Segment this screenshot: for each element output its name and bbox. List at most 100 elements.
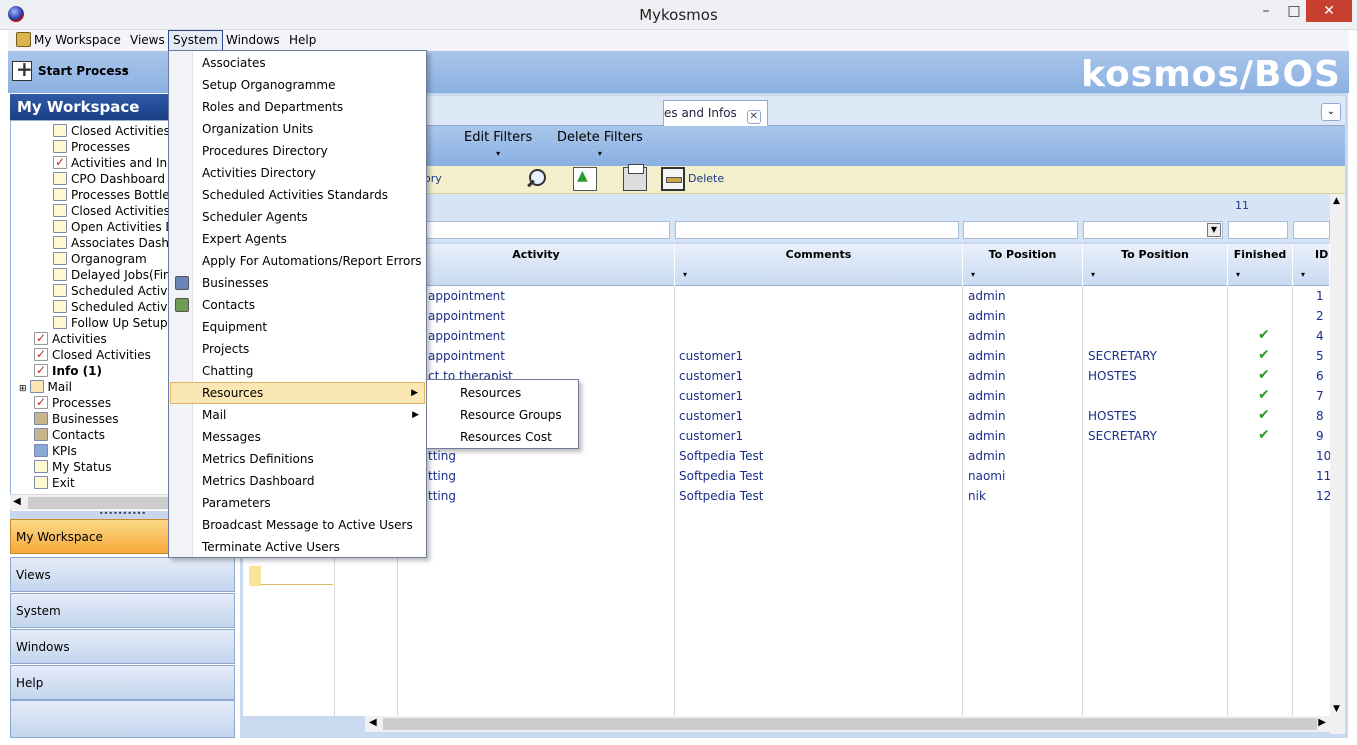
tree-item[interactable]: Follow Up Setup	[53, 315, 168, 331]
tree-item[interactable]: Closed Activities	[53, 123, 170, 139]
tree-item[interactable]: Open Activities D	[53, 219, 175, 235]
tree-item[interactable]: Closed Activities	[34, 346, 151, 363]
tree-item[interactable]: Scheduled Activi	[53, 299, 171, 315]
menu-item-equipment[interactable]: Equipment	[170, 316, 425, 338]
menu-item-activities-directory[interactable]: Activities Directory	[170, 162, 425, 184]
menu-item-organization-units[interactable]: Organization Units	[170, 118, 425, 140]
comments-filter-input[interactable]	[675, 221, 959, 239]
menu-item-roles-and-departments[interactable]: Roles and Departments	[170, 96, 425, 118]
menu-system[interactable]: System	[168, 30, 223, 51]
tree-item[interactable]: Delayed Jobs(Fir	[53, 267, 168, 283]
nav-system[interactable]: System	[10, 593, 235, 628]
menu-item-procedures-directory[interactable]: Procedures Directory	[170, 140, 425, 162]
finished-filter-input[interactable]	[1228, 221, 1288, 239]
menu-views[interactable]: Views	[126, 30, 169, 51]
menu-item-projects[interactable]: Projects	[170, 338, 425, 360]
sort-icon[interactable]: ▾	[683, 270, 687, 279]
column-header-finished[interactable]: Finished ▾	[1228, 244, 1293, 286]
delete-button[interactable]: Delete	[688, 172, 724, 185]
menu-item-broadcast-message-to-active-users[interactable]: Broadcast Message to Active Users	[170, 514, 425, 536]
tree-item[interactable]: Activities and In	[53, 154, 167, 171]
nav-help[interactable]: Help	[10, 665, 235, 700]
tree-item[interactable]: Processes	[53, 139, 130, 155]
tree-item[interactable]: KPIs	[34, 443, 77, 459]
submenu-resource-groups[interactable]: Resource Groups	[427, 404, 578, 426]
menu-item-businesses[interactable]: Businesses	[170, 272, 425, 294]
sort-icon[interactable]: ▾	[1301, 270, 1305, 279]
menu-item-mail[interactable]: Mail ▶	[170, 404, 425, 426]
search-icon[interactable]	[525, 167, 549, 191]
menu-item-parameters[interactable]: Parameters	[170, 492, 425, 514]
tree-item[interactable]: Info (1)	[34, 362, 102, 379]
tree-item[interactable]: Organogram	[53, 251, 147, 267]
sort-icon[interactable]: ▾	[1091, 270, 1095, 279]
tree-item[interactable]: CPO Dashboard	[53, 171, 165, 187]
submenu-resources[interactable]: Resources	[427, 382, 578, 404]
submenu-resources-cost[interactable]: Resources Cost	[427, 426, 578, 448]
tree-item[interactable]: Contacts	[34, 427, 105, 443]
column-header-activity[interactable]: Activity▾	[398, 244, 675, 286]
menu-my-workspace[interactable]: My Workspace	[12, 30, 125, 51]
activity-filter-input[interactable]	[398, 221, 670, 239]
to-position-filter-dropdown[interactable]: ▼	[1083, 221, 1223, 239]
menu-item-metrics-dashboard[interactable]: Metrics Dashboard	[170, 470, 425, 492]
export-icon[interactable]	[573, 167, 597, 191]
menu-item-apply-for-automations-report-errors[interactable]: Apply For Automations/Report Errors	[170, 250, 425, 272]
chevron-down-icon[interactable]: ⌄	[1321, 103, 1341, 121]
tree-item[interactable]: ⊞ Mail	[19, 379, 72, 395]
scroll-thumb[interactable]	[383, 718, 1317, 730]
menu-help[interactable]: Help	[285, 30, 320, 51]
chevron-down-icon[interactable]: ▼	[1207, 223, 1221, 237]
grid-vertical-scrollbar[interactable]: ▲ ▼	[1330, 194, 1345, 734]
start-process-button[interactable]: Start Process	[12, 57, 129, 85]
menu-item-contacts[interactable]: Contacts	[170, 294, 425, 316]
maximize-button[interactable]: □	[1279, 0, 1309, 22]
scroll-up-icon[interactable]: ▲	[1333, 196, 1340, 206]
to-position-filter-input[interactable]	[963, 221, 1078, 239]
menu-item-chatting[interactable]: Chatting	[170, 360, 425, 382]
menu-item-associates[interactable]: Associates	[170, 52, 425, 74]
id-filter-input[interactable]	[1293, 221, 1330, 239]
tab-activities-and-infos[interactable]: es and Infos ✕	[663, 100, 768, 126]
tree-item[interactable]: My Status	[34, 459, 112, 475]
menu-item-setup-organogramme[interactable]: Setup Organogramme	[170, 74, 425, 96]
minimize-button[interactable]: –	[1251, 0, 1281, 22]
tree-item[interactable]: Closed Activities	[53, 203, 170, 219]
start-process-dropdown-icon[interactable]: ▸	[124, 65, 129, 75]
scroll-down-icon[interactable]: ▼	[1333, 704, 1340, 714]
delete-icon[interactable]	[661, 167, 685, 191]
menu-item-metrics-definitions[interactable]: Metrics Definitions	[170, 448, 425, 470]
tree-item[interactable]: Scheduled Activi	[53, 283, 171, 299]
tree-item[interactable]: Processes Bottle	[53, 187, 170, 203]
sort-icon[interactable]: ▾	[971, 270, 975, 279]
delete-filters-button[interactable]: Delete Filters ▾	[557, 130, 643, 158]
nav-views[interactable]: Views	[10, 557, 235, 592]
expand-icon[interactable]: ⊞	[19, 384, 27, 394]
print-icon[interactable]	[623, 164, 647, 191]
column-header-id[interactable]: ID ▾	[1293, 244, 1330, 286]
tree-item[interactable]: Activities	[34, 330, 107, 347]
tree-item[interactable]: Processes	[34, 394, 111, 411]
column-header-to-position-2[interactable]: To Position ▾	[1083, 244, 1228, 286]
menu-item-messages[interactable]: Messages	[170, 426, 425, 448]
menu-windows[interactable]: Windows	[222, 30, 284, 51]
menu-item-scheduler-agents[interactable]: Scheduler Agents	[170, 206, 425, 228]
nav-windows[interactable]: Windows	[10, 629, 235, 664]
tree-item[interactable]: Businesses	[34, 411, 119, 427]
scroll-left-icon[interactable]: ◀	[369, 717, 377, 728]
column-header-to-position[interactable]: To Position ▾	[963, 244, 1083, 286]
grid-horizontal-scrollbar[interactable]: ◀ ▶	[365, 716, 1330, 732]
menu-item-expert-agents[interactable]: Expert Agents	[170, 228, 425, 250]
scroll-thumb[interactable]	[28, 497, 170, 509]
tree-item[interactable]: Associates Dash	[53, 235, 169, 251]
column-header-comments[interactable]: Comments ▾	[675, 244, 963, 286]
menu-item-scheduled-activities-standards[interactable]: Scheduled Activities Standards	[170, 184, 425, 206]
close-button[interactable]: ✕	[1306, 0, 1352, 22]
menu-item-terminate-active-users[interactable]: Terminate Active Users	[170, 536, 425, 558]
tree-item[interactable]: Exit	[34, 475, 75, 491]
scroll-right-icon[interactable]: ▶	[1318, 717, 1326, 728]
tab-close-icon[interactable]: ✕	[746, 110, 761, 124]
scroll-left-icon[interactable]: ◀	[13, 496, 21, 507]
menu-item-resources[interactable]: Resources ▶	[170, 382, 425, 404]
edit-filters-button[interactable]: Edit Filters ▾	[464, 130, 532, 158]
